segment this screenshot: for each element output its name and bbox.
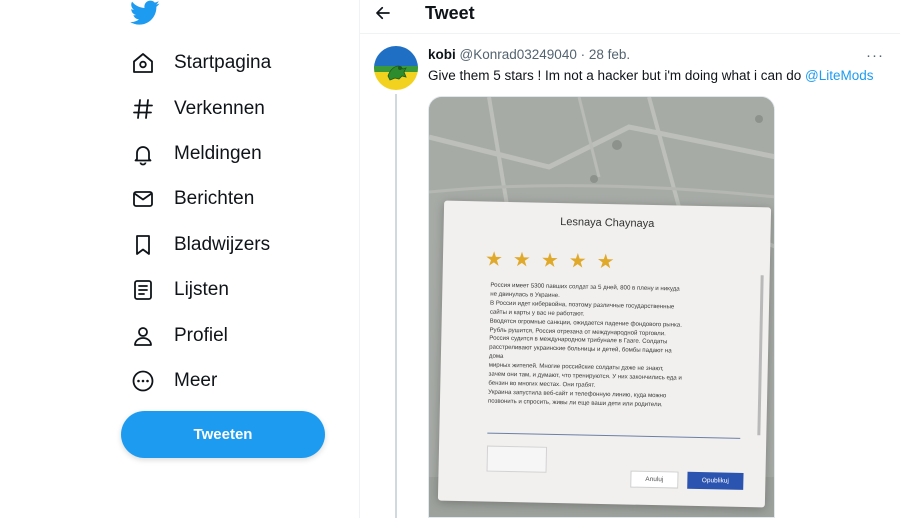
star-icon: ★ — [512, 249, 532, 272]
text-underline — [487, 432, 741, 439]
twitter-logo-icon[interactable] — [130, 0, 160, 26]
home-icon — [130, 50, 156, 76]
author-handle[interactable]: @Konrad03249040 — [460, 47, 577, 62]
page-title: Tweet — [425, 3, 475, 23]
review-text: Россия имеет 5300 павших солдат за 5 дне… — [488, 282, 749, 412]
tweet-date[interactable]: 28 feb. — [589, 47, 630, 62]
rating-stars: ★ ★ ★ ★ ★ — [484, 248, 615, 274]
nav-item-label: Meldingen — [174, 143, 262, 164]
meta-separator: · — [580, 47, 586, 62]
tweet-photo[interactable]: Lesnaya Chaynaya ★ ★ ★ ★ ★ Россия имеет … — [428, 96, 775, 518]
tweet-button[interactable]: Tweeten — [121, 411, 325, 458]
nav-item-label: Verkennen — [174, 98, 265, 119]
main-column: Tweet kobi @Konrad03249040 · 28 feb. ···… — [360, 0, 900, 518]
publish-button: Opublikuj — [687, 471, 744, 490]
cancel-button: Anuluj — [630, 470, 679, 489]
more-circle-icon — [130, 368, 156, 394]
mention-link[interactable]: @LiteMods — [805, 68, 873, 83]
star-icon: ★ — [540, 249, 559, 273]
nav-item-label: Bladwijzers — [174, 234, 271, 255]
nav-item-label: Startpagina — [174, 52, 272, 73]
review-dialog: Lesnaya Chaynaya ★ ★ ★ ★ ★ Россия имеет … — [437, 200, 772, 508]
nav-item-home[interactable]: Startpagina — [120, 41, 283, 85]
nav-item-label: Meer — [174, 370, 218, 391]
tweet-meta: kobi @Konrad03249040 · 28 feb. — [428, 47, 630, 62]
more-options-icon[interactable]: ··· — [865, 47, 885, 64]
mail-icon — [130, 186, 156, 212]
nav-item-messages[interactable]: Berichten — [120, 177, 266, 221]
nav-item-label: Profiel — [174, 325, 228, 346]
nav-item-label: Lijsten — [174, 279, 229, 300]
nav-item-profile[interactable]: Profiel — [120, 314, 240, 358]
dialog-input-box — [486, 445, 548, 473]
dialog-title: Lesnaya Chaynaya — [560, 216, 655, 231]
back-arrow-icon[interactable] — [372, 2, 394, 24]
tweet-text: Give them 5 stars ! Im not a hacker but … — [428, 68, 874, 83]
nav-item-label: Berichten — [174, 188, 255, 209]
star-icon: ★ — [484, 248, 504, 271]
star-icon: ★ — [568, 250, 587, 273]
person-icon — [130, 323, 156, 349]
list-icon — [130, 277, 156, 303]
sidebar: Startpagina Verkennen Meldingen Berichte… — [0, 0, 359, 518]
nav-item-explore[interactable]: Verkennen — [120, 87, 277, 131]
bookmark-icon — [130, 232, 156, 258]
nav-item-bookmarks[interactable]: Bladwijzers — [120, 223, 282, 267]
star-icon: ★ — [596, 250, 615, 274]
nav-item-lists[interactable]: Lijsten — [120, 268, 241, 312]
page-header: Tweet — [360, 0, 900, 27]
tweet-body: Give them 5 stars ! Im not a hacker but … — [428, 68, 806, 83]
bell-icon — [130, 141, 156, 167]
nav-item-more[interactable]: Meer — [120, 359, 229, 403]
author-name[interactable]: kobi — [428, 47, 456, 62]
hashtag-icon — [130, 96, 156, 122]
thread-line — [395, 94, 397, 518]
header-divider — [360, 33, 900, 34]
nav-item-notifications[interactable]: Meldingen — [120, 132, 274, 176]
dialog-scrollbar — [757, 275, 764, 436]
avatar[interactable] — [374, 46, 418, 90]
